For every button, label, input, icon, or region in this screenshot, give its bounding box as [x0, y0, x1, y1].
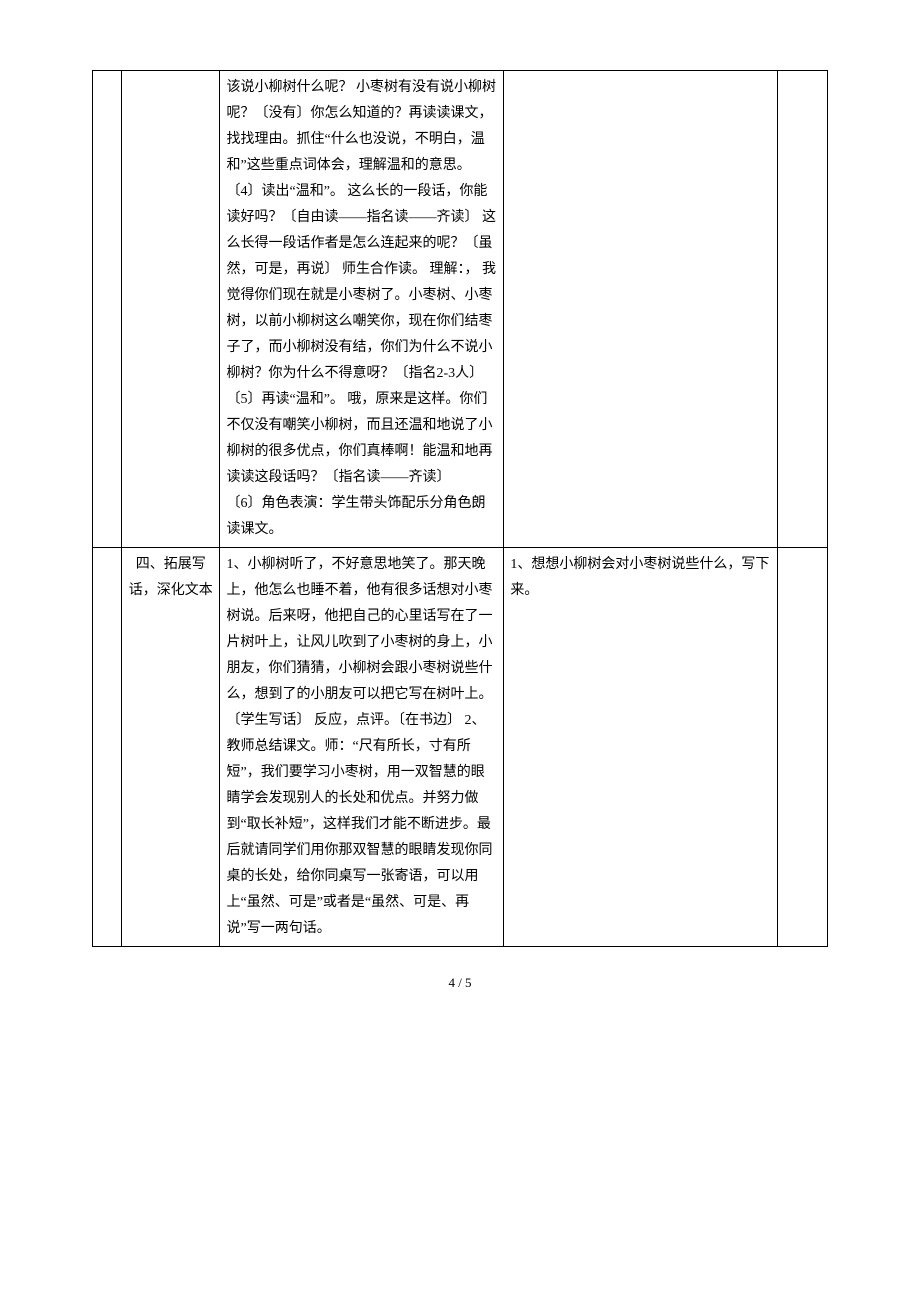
table-row: 四、拓展写话，深化文本1、小柳树听了，不好意思地笑了。那天晚上，他怎么也睡不着，… [93, 548, 828, 947]
table-cell [93, 71, 122, 548]
table-cell: 四、拓展写话，深化文本 [121, 548, 220, 947]
table-cell [93, 548, 122, 947]
table-cell: 该说小柳树什么呢？ 小枣树有没有说小柳树呢？〔没有〕你怎么知道的？再读读课文，找… [220, 71, 504, 548]
page-footer: 4 / 5 [92, 975, 828, 991]
table-cell [121, 71, 220, 548]
table-row: 该说小柳树什么呢？ 小枣树有没有说小柳树呢？〔没有〕你怎么知道的？再读读课文，找… [93, 71, 828, 548]
table-cell [777, 71, 827, 548]
document-page: 该说小柳树什么呢？ 小枣树有没有说小柳树呢？〔没有〕你怎么知道的？再读读课文，找… [0, 0, 920, 1031]
table-cell: 1、小柳树听了，不好意思地笑了。那天晚上，他怎么也睡不着，他有很多话想对小枣树说… [220, 548, 504, 947]
table-cell: 1、想想小柳树会对小枣树说些什么，写下来。 [504, 548, 777, 947]
lesson-plan-table: 该说小柳树什么呢？ 小枣树有没有说小柳树呢？〔没有〕你怎么知道的？再读读课文，找… [92, 70, 828, 947]
table-cell [777, 548, 827, 947]
table-cell [504, 71, 777, 548]
